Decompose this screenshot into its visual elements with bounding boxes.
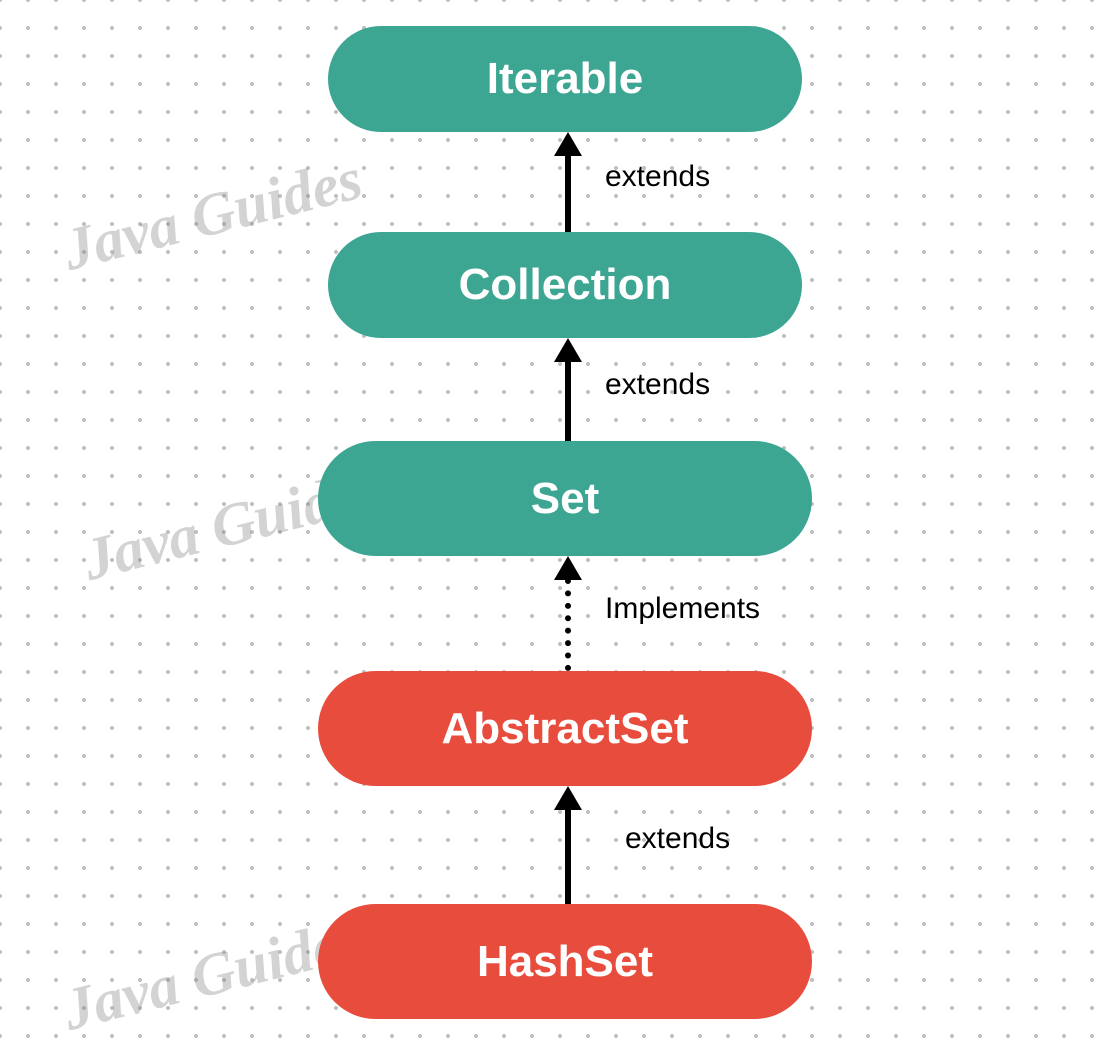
arrow-label-implements: Implements [605, 592, 760, 626]
watermark: Java Guides [56, 144, 369, 285]
node-iterable-label: Iterable [487, 54, 644, 104]
arrow-head-icon [554, 556, 582, 580]
node-iterable: Iterable [328, 26, 802, 132]
node-hashset: HashSet [318, 904, 812, 1019]
arrow-hashset-abstractset [565, 786, 571, 904]
arrow-label-extends: extends [625, 822, 730, 856]
arrow-label-extends: extends [605, 368, 710, 402]
arrow-set-collection [565, 338, 571, 441]
node-set-label: Set [531, 474, 599, 524]
arrow-head-icon [554, 338, 582, 362]
node-abstractset: AbstractSet [318, 671, 812, 786]
node-hashset-label: HashSet [477, 937, 653, 987]
arrow-head-icon [554, 786, 582, 810]
arrow-head-icon [554, 132, 582, 156]
arrow-collection-iterable [565, 132, 571, 232]
node-abstractset-label: AbstractSet [442, 704, 689, 754]
arrow-label-extends: extends [605, 160, 710, 194]
arrow-abstractset-set [565, 556, 571, 671]
node-collection-label: Collection [459, 260, 672, 310]
node-collection: Collection [328, 232, 802, 338]
node-set: Set [318, 441, 812, 556]
